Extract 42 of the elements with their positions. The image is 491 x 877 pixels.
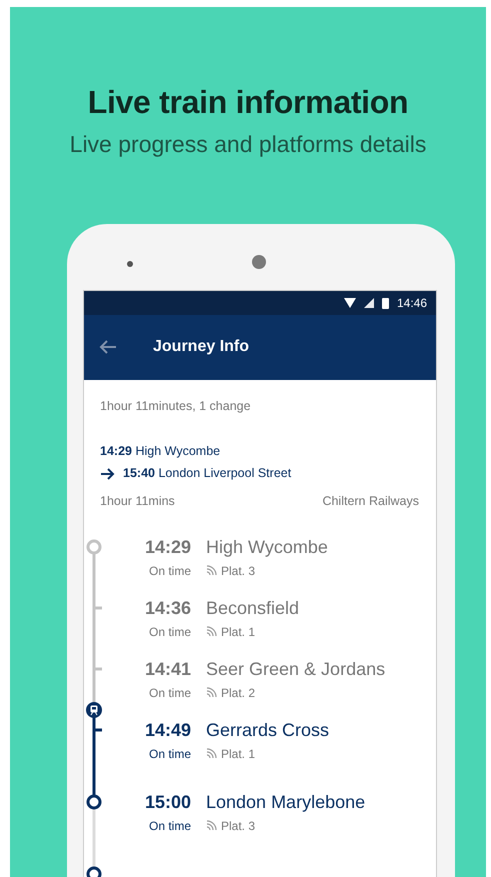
live-signal-icon <box>206 626 217 638</box>
platform-label: Plat. 3 <box>221 562 256 579</box>
status-time: 14:46 <box>396 294 427 312</box>
wifi-icon <box>344 298 356 308</box>
station-name: London Marylebone <box>206 790 366 813</box>
status-label: On time <box>148 818 191 834</box>
subheadline: Live progress and platforms details <box>68 130 428 160</box>
operator-name: Chiltern Railways <box>322 493 419 510</box>
camera-dot <box>252 254 266 269</box>
screen-title: Journey Info <box>153 337 250 358</box>
station-name: Seer Green & Jordans <box>206 658 386 680</box>
back-arrow-icon <box>99 340 117 354</box>
arrival-info: 15:40 London Liverpool Street <box>123 465 292 482</box>
live-signal-icon <box>206 820 217 832</box>
status-label: On time <box>148 562 191 579</box>
departure-time: 14:49 <box>144 718 191 741</box>
status-label: On time <box>148 624 191 640</box>
live-signal-icon <box>206 565 217 576</box>
back-button[interactable] <box>99 340 117 354</box>
arrow-right-icon <box>100 468 115 480</box>
departure-info: 14:29 High Wycombe <box>100 442 222 460</box>
live-signal-icon <box>206 687 217 698</box>
speaker-dot <box>127 260 133 267</box>
journey-duration: 1hour 11mins <box>100 493 175 510</box>
departure-time: 15:00 <box>144 790 191 813</box>
battery-icon <box>382 296 389 309</box>
station-name: High Wycombe <box>206 536 328 558</box>
headline: Live train information <box>86 83 410 122</box>
status-label: On time <box>148 746 191 762</box>
platform-label: Plat. 2 <box>221 684 256 701</box>
status-label: On time <box>148 684 191 701</box>
platform-label: Plat. 3 <box>221 818 256 834</box>
departure-time: 14:41 <box>144 658 191 680</box>
live-signal-icon <box>206 748 217 760</box>
departure-time: 14:36 <box>144 596 191 619</box>
platform-label: Plat. 1 <box>221 624 256 640</box>
departure-time: 14:29 <box>144 536 191 558</box>
journey-summary: 1hour 11minutes, 1 change <box>100 398 252 415</box>
platform-label: Plat. 1 <box>221 746 256 762</box>
station-name: Beconsfield <box>206 596 300 619</box>
signal-icon <box>364 298 374 308</box>
station-name: Gerrards Cross <box>206 718 330 741</box>
